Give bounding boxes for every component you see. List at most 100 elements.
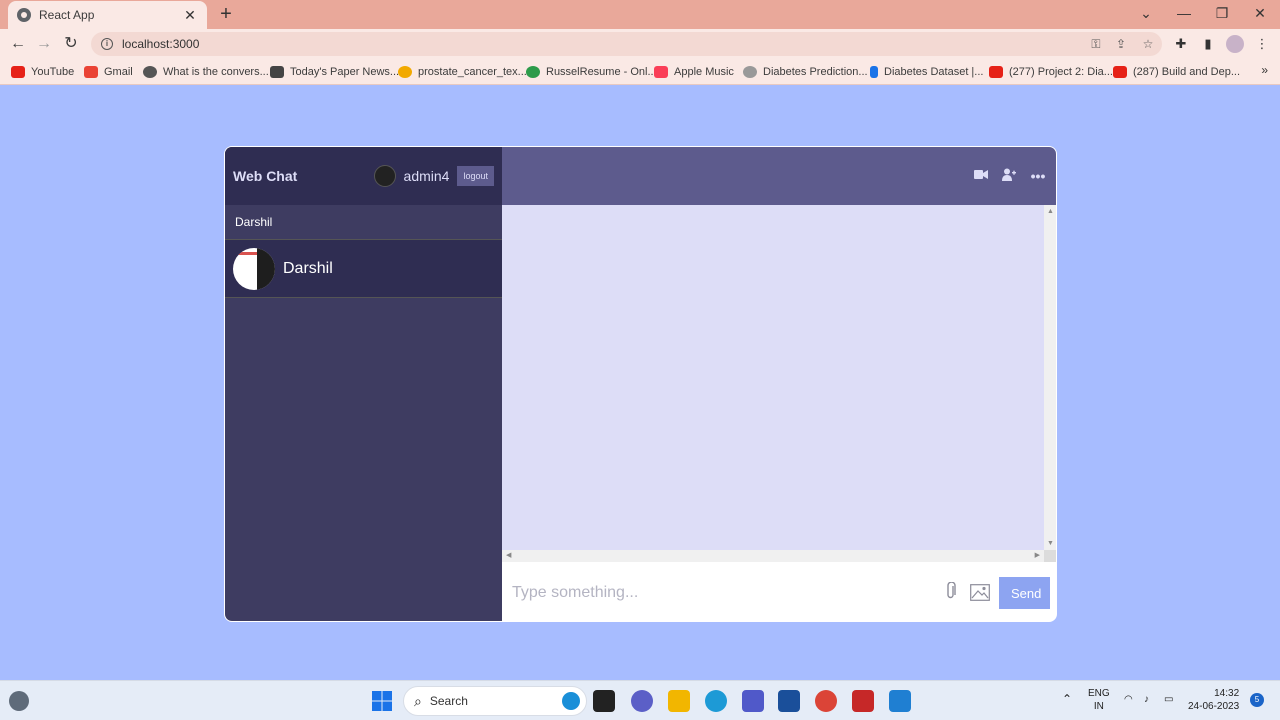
file-explorer-icon[interactable]: [668, 690, 690, 712]
bookmark-star-icon[interactable]: ☆: [1139, 35, 1157, 53]
colab-icon: [398, 66, 412, 78]
chat-favicon-icon: [17, 8, 31, 22]
bookmark-label: Today's Paper News...: [290, 66, 400, 78]
share-icon[interactable]: ⇪: [1112, 35, 1130, 53]
site-info-icon[interactable]: i: [101, 38, 113, 50]
more-options-icon[interactable]: •••: [1030, 168, 1046, 184]
wifi-icon[interactable]: ◠: [1124, 693, 1133, 706]
browser-tab[interactable]: React App ✕: [8, 1, 207, 29]
youtube-icon: [989, 66, 1003, 78]
chat-user-name: Darshil: [283, 259, 333, 277]
browser-tabstrip: React App ✕ + ⌄ — ❐ ✕: [0, 0, 1280, 29]
sidebar-navbar: Web Chat admin4 logout: [225, 147, 502, 205]
volume-icon[interactable]: ♪: [1144, 693, 1149, 706]
bookmark-label: YouTube: [31, 66, 75, 78]
user-name: admin4: [403, 168, 450, 184]
sidebar: Web Chat admin4 logout Darshil Darshil: [225, 147, 502, 621]
chat-avatar: [233, 247, 275, 290]
bookmark-item[interactable]: Today's Paper News...: [270, 64, 399, 80]
new-tab-button[interactable]: +: [216, 3, 236, 25]
tab-search-chevron-icon[interactable]: ⌄: [1128, 0, 1164, 29]
clock-time: 14:32: [1214, 688, 1240, 699]
clock-date: 24-06-2023: [1188, 701, 1240, 712]
search-icon: ⌕: [414, 692, 422, 709]
chat-container: Web Chat admin4 logout Darshil Darshil •…: [224, 146, 1057, 622]
gmail-icon: [84, 66, 98, 78]
chrome-icon[interactable]: [815, 690, 837, 712]
notification-badge[interactable]: 5: [1250, 693, 1264, 707]
add-user-icon[interactable]: [1001, 168, 1017, 184]
language-indicator[interactable]: ENG IN: [1088, 687, 1110, 713]
maximize-button[interactable]: ❐: [1204, 0, 1240, 29]
openai-icon: [143, 66, 157, 78]
bookmark-item[interactable]: Diabetes Dataset |...: [870, 64, 983, 80]
more-bookmarks-icon[interactable]: »: [1261, 63, 1268, 77]
store-icon[interactable]: [778, 690, 800, 712]
bookmark-label: What is the convers...: [163, 66, 269, 78]
bookmark-item[interactable]: Apple Music: [654, 64, 734, 80]
search-input[interactable]: Darshil: [235, 215, 272, 229]
bookmark-item[interactable]: (277) Project 2: Dia...: [989, 64, 1113, 80]
bookmark-label: Apple Music: [674, 66, 734, 78]
bookmark-item[interactable]: Diabetes Prediction...: [743, 64, 868, 80]
vscode-icon[interactable]: [889, 690, 911, 712]
vertical-scrollbar[interactable]: ▲ ▼: [1044, 205, 1056, 550]
task-view-icon[interactable]: [593, 690, 615, 712]
bookmarks-bar: YouTube Gmail What is the convers... Tod…: [0, 59, 1280, 85]
resume-icon: [526, 66, 540, 78]
user-chat-item[interactable]: Darshil: [225, 240, 502, 298]
forward-button[interactable]: →: [34, 34, 54, 54]
url-text: localhost:3000: [122, 37, 200, 51]
app-icon[interactable]: [852, 690, 874, 712]
user-search[interactable]: Darshil: [225, 205, 502, 240]
battery-icon[interactable]: ▭: [1164, 693, 1173, 706]
browser-menu-icon[interactable]: ⋮: [1252, 34, 1272, 54]
bookmark-label: RusselResume - Onl...: [546, 66, 657, 78]
bookmark-label: prostate_cancer_tex...: [418, 66, 527, 78]
show-hidden-icons[interactable]: ⌃: [1062, 693, 1072, 706]
side-panel-icon[interactable]: ▮: [1198, 34, 1218, 54]
chat-icon[interactable]: [631, 690, 653, 712]
chat-panel: ••• ▲▼ ◀▶ Send: [502, 147, 1056, 621]
video-camera-icon[interactable]: [973, 168, 989, 184]
site-icon: [743, 66, 757, 78]
close-window-button[interactable]: ✕: [1242, 0, 1278, 29]
extensions-icon[interactable]: ✚: [1171, 34, 1191, 54]
bing-icon[interactable]: [562, 692, 580, 710]
password-key-icon[interactable]: ⚿: [1087, 35, 1105, 53]
bookmark-item[interactable]: (287) Build and Dep...: [1113, 64, 1240, 80]
app-logo: Web Chat: [233, 168, 298, 184]
bookmark-item[interactable]: Gmail: [84, 64, 133, 80]
horizontal-scrollbar[interactable]: ◀ ▶: [502, 550, 1044, 562]
user-avatar: [373, 165, 396, 187]
clock[interactable]: 14:32 24-06-2023: [1188, 687, 1239, 713]
bookmark-item[interactable]: What is the convers...: [143, 64, 269, 80]
teams-icon[interactable]: [742, 690, 764, 712]
bookmark-item[interactable]: prostate_cancer_tex...: [398, 64, 527, 80]
paperclip-icon[interactable]: [940, 580, 962, 604]
windows-start-icon[interactable]: [371, 690, 393, 712]
message-input[interactable]: [512, 583, 940, 602]
minimize-button[interactable]: —: [1166, 0, 1202, 29]
scroll-corner: [1044, 550, 1056, 562]
message-input-bar: Send: [502, 562, 1056, 621]
edge-icon[interactable]: [705, 690, 727, 712]
close-tab-icon[interactable]: ✕: [182, 7, 198, 24]
address-bar[interactable]: i localhost:3000 ⚿ ⇪ ☆: [91, 32, 1162, 56]
apple-music-icon: [654, 66, 668, 78]
newspaper-icon: [270, 66, 284, 78]
reload-button[interactable]: ↻: [61, 34, 81, 54]
image-upload-icon[interactable]: [970, 583, 992, 602]
logout-button[interactable]: logout: [457, 166, 494, 186]
language-label: ENG: [1088, 688, 1110, 699]
youtube-icon: [11, 66, 25, 78]
chat-header: •••: [502, 147, 1056, 205]
messages-area[interactable]: ▲ ▼ ◀ ▶: [502, 205, 1056, 562]
profile-avatar-icon[interactable]: [1225, 34, 1245, 54]
send-button[interactable]: Send: [999, 576, 1050, 609]
bookmark-item[interactable]: RusselResume - Onl...: [526, 64, 657, 80]
taskbar-search[interactable]: ⌕ Search: [403, 686, 587, 716]
widgets-icon[interactable]: [9, 691, 29, 711]
bookmark-item[interactable]: YouTube: [11, 64, 74, 80]
back-button[interactable]: ←: [8, 34, 28, 54]
